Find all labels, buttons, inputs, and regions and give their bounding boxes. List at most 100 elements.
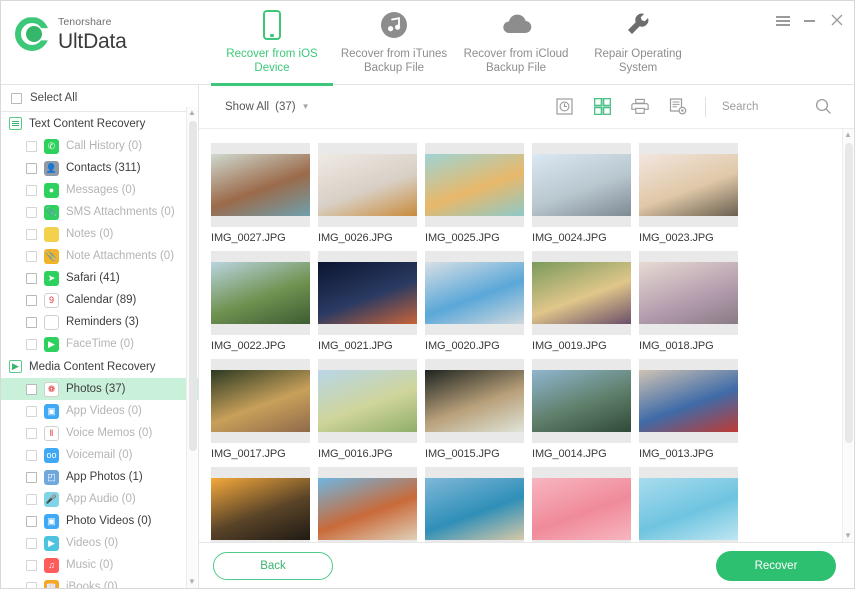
sidebar-item-note-attachment[interactable]: 📎 Note Attachments (0) [1,245,198,267]
gallery-scroll-up-icon[interactable]: ▲ [843,129,853,141]
sidebar-item-checkbox[interactable] [26,140,37,152]
print-icon[interactable] [631,98,649,116]
sidebar-item-checkbox[interactable] [26,338,37,350]
sidebar-item-notes[interactable]: Notes (0) [1,223,198,245]
sidebar-item-music[interactable]: ♫ Music (0) [1,554,198,576]
photo-thumbnail[interactable] [318,359,417,443]
back-button[interactable]: Back [213,551,333,580]
photo-thumbnail[interactable] [639,251,738,335]
time-view-icon[interactable] [555,98,573,116]
sidebar-item-checkbox[interactable] [26,316,37,328]
photo-cell[interactable]: IMG_0014.JPG [528,359,635,460]
photo-cell[interactable]: IMG_0026.JPG [314,143,421,244]
sidebar-item-contacts[interactable]: 👤 Contacts (311) [1,157,198,179]
photo-thumbnail[interactable] [211,467,310,542]
sidebar-item-checkbox[interactable] [26,515,37,527]
sidebar-scroll-up-icon[interactable]: ▲ [187,107,197,119]
sidebar-scrollbar[interactable]: ▲ ▼ [186,107,197,588]
sidebar-item-checkbox[interactable] [26,581,37,588]
photo-thumbnail[interactable] [532,359,631,443]
sidebar-item-checkbox[interactable] [26,272,37,284]
sidebar-item-checkbox[interactable] [26,294,37,306]
sidebar-scroll-down-icon[interactable]: ▼ [187,576,197,588]
photo-thumbnail[interactable] [211,143,310,227]
close-icon[interactable] [830,13,844,27]
photo-cell[interactable]: IMG_0013.JPG [635,359,742,460]
select-all-row[interactable]: Select All [1,85,198,112]
photo-cell[interactable]: IMG_0017.JPG [207,359,314,460]
gallery-scroll-thumb[interactable] [844,143,853,443]
sidebar-item-voicemail[interactable]: oo Voicemail (0) [1,444,198,466]
photo-thumbnail[interactable] [318,143,417,227]
gallery-scroll-down-icon[interactable]: ▼ [843,530,853,542]
photo-thumbnail[interactable] [425,143,524,227]
photo-cell[interactable]: IMG_0015.JPG [421,359,528,460]
sidebar-scroll-thumb[interactable] [188,121,197,451]
photo-thumbnail[interactable] [425,251,524,335]
photo-cell[interactable]: IMG_0024.JPG [528,143,635,244]
photo-thumbnail[interactable] [318,251,417,335]
sidebar-item-sms-attachment[interactable]: 📎 SMS Attachments (0) [1,201,198,223]
tab-recover-from-ios-device[interactable]: Recover from iOS Device [211,9,333,86]
minimize-icon[interactable] [803,13,817,27]
photo-thumbnail[interactable] [318,467,417,542]
sidebar-group-header[interactable]: ▶ Media Content Recovery [1,355,198,378]
photo-cell[interactable]: IMG_0010.JPG [421,467,528,542]
photo-cell[interactable]: IMG_0011.JPG [314,467,421,542]
sidebar-item-checkbox[interactable] [26,559,37,571]
hamburger-icon[interactable] [776,13,790,27]
search-icon[interactable] [814,98,832,116]
sidebar-item-checkbox[interactable] [26,427,37,439]
photo-thumbnail[interactable] [639,467,738,542]
photo-thumbnail[interactable] [211,359,310,443]
show-all-filter[interactable]: Show All (37) ▼ [225,101,309,113]
sidebar-item-reminders[interactable]: Reminders (3) [1,311,198,333]
sidebar-item-app-audio[interactable]: 🎤 App Audio (0) [1,488,198,510]
photo-cell[interactable]: IMG_0025.JPG [421,143,528,244]
photo-cell[interactable]: IMG_0020.JPG [421,251,528,352]
search-input[interactable] [722,100,814,113]
photo-cell[interactable]: IMG_0021.JPG [314,251,421,352]
sidebar-item-checkbox[interactable] [26,383,37,395]
export-settings-icon[interactable] [669,97,687,116]
tab-recover-from-itunes-backup[interactable]: Recover from iTunes Backup File [333,9,455,85]
photo-thumbnail[interactable] [425,467,524,542]
sidebar-group-header[interactable]: Text Content Recovery [1,112,198,135]
photo-thumbnail[interactable] [532,143,631,227]
photo-cell[interactable]: IMG_0022.JPG [207,251,314,352]
photo-cell[interactable]: IMG_0018.JPG [635,251,742,352]
photo-cell[interactable]: IMG_0019.JPG [528,251,635,352]
sidebar-item-checkbox[interactable] [26,206,37,218]
sidebar-item-checkbox[interactable] [26,449,37,461]
sidebar-item-facetime[interactable]: ▶ FaceTime (0) [1,333,198,355]
photo-cell[interactable] [635,467,742,542]
photo-thumbnail[interactable] [639,359,738,443]
photo-cell[interactable]: IMG_0012.JPG [207,467,314,542]
photo-thumbnail[interactable] [532,467,631,542]
sidebar-item-checkbox[interactable] [26,228,37,240]
sidebar-item-photos[interactable]: ❁ Photos (37) [1,378,198,400]
photo-thumbnail[interactable] [639,143,738,227]
photo-cell[interactable]: IMG_0023.JPG [635,143,742,244]
sidebar-item-checkbox[interactable] [26,184,37,196]
sidebar-item-checkbox[interactable] [26,405,37,417]
photo-cell[interactable]: IMG_0016.JPG [314,359,421,460]
sidebar-item-voice-memos[interactable]: ‖ Voice Memos (0) [1,422,198,444]
photo-thumbnail[interactable] [211,251,310,335]
sidebar-item-photo-videos[interactable]: ▣ Photo Videos (0) [1,510,198,532]
photo-cell[interactable]: IMG_0027.JPG [207,143,314,244]
tab-recover-from-icloud-backup[interactable]: Recover from iCloud Backup File [455,9,577,85]
photo-thumbnail[interactable] [532,251,631,335]
photo-thumbnail[interactable] [425,359,524,443]
sidebar-item-safari[interactable]: ➤ Safari (41) [1,267,198,289]
select-all-checkbox[interactable] [11,92,22,104]
sidebar-item-checkbox[interactable] [26,493,37,505]
search-box[interactable] [722,98,840,116]
recover-button[interactable]: Recover [716,550,836,581]
sidebar-item-checkbox[interactable] [26,250,37,262]
sidebar-item-calendar[interactable]: 9 Calendar (89) [1,289,198,311]
grid-view-icon[interactable] [593,98,611,116]
sidebar-item-checkbox[interactable] [26,162,37,174]
sidebar-item-app-videos[interactable]: ▣ App Videos (0) [1,400,198,422]
tab-repair-operating-system[interactable]: Repair Operating System [577,9,699,85]
